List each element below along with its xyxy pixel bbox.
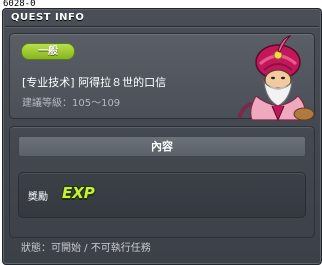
quest-category-badge: 一般 [21, 43, 75, 60]
quest-summary-panel: 一般 [专业技术] 阿得拉８世的口信 建議等級：105～109 [9, 33, 315, 122]
reward-box: 獎勵 EXP [18, 172, 306, 218]
quest-status-text: 狀態：可開始 / 不可執行任務 [21, 243, 151, 254]
content-header: 內容 [18, 136, 306, 157]
content-panel: 內容 獎勵 EXP [9, 126, 315, 238]
npc-portrait-icon [238, 35, 315, 122]
recommended-level: 建議等級：105～109 [22, 98, 121, 109]
title-divider-highlight [5, 27, 319, 28]
quest-name: [专业技术] 阿得拉８世的口信 [22, 76, 167, 89]
quest-info-window: QUEST INFO 一般 [专业技术] 阿得拉８世的口信 建議等級：105～1… [2, 8, 322, 265]
window-title[interactable]: QUEST INFO [11, 12, 84, 23]
reward-label: 獎勵 [28, 192, 48, 203]
exp-icon[interactable]: EXP [62, 183, 98, 203]
